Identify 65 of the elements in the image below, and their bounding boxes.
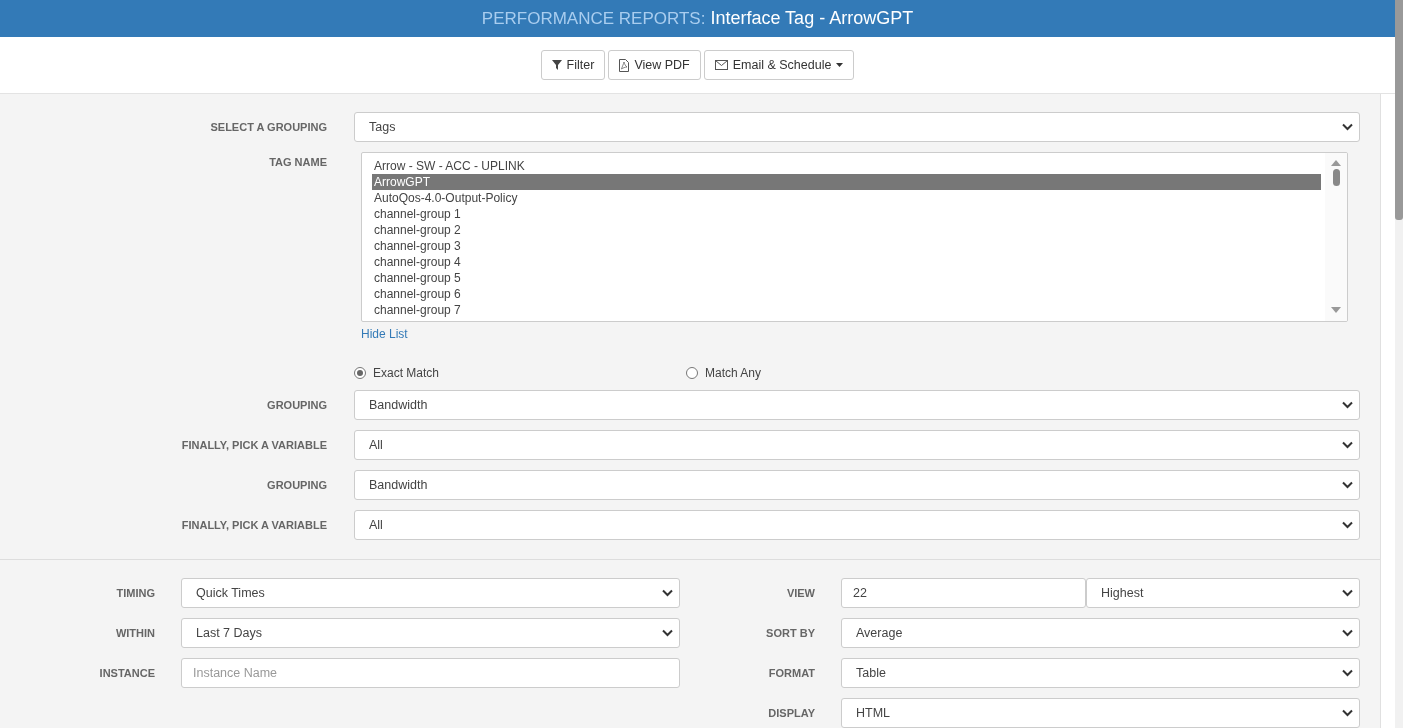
list-option[interactable]: channel-group 2 — [372, 222, 1321, 238]
select-field[interactable]: Highest — [1086, 578, 1360, 608]
chevron-down-icon — [1342, 521, 1353, 529]
section-title: PERFORMANCE REPORTS: — [481, 8, 706, 29]
scrollbar-thumb[interactable] — [1332, 169, 1340, 186]
field-label: FINALLY, PICK A VARIABLE — [180, 518, 327, 531]
chevron-down-icon — [1342, 441, 1353, 449]
field-label: TAG NAME — [268, 155, 327, 168]
radio-label: Exact Match — [373, 366, 440, 380]
select-field[interactable]: Tags — [354, 112, 1360, 142]
field-label: FINALLY, PICK A VARIABLE — [180, 438, 327, 451]
chevron-down-icon — [1342, 629, 1353, 637]
count-field[interactable]: 22 — [841, 578, 1086, 608]
select-field[interactable]: HTML — [841, 698, 1360, 728]
chevron-down-icon — [1342, 589, 1353, 597]
list-option[interactable]: channel-group 3 — [372, 238, 1321, 254]
pdf-button[interactable]: View PDF — [608, 50, 701, 81]
select-field[interactable]: Table — [841, 658, 1360, 688]
field-label: TIMING — [115, 586, 155, 601]
chevron-down-icon — [1342, 709, 1353, 717]
scroll-down-icon[interactable] — [1331, 307, 1341, 313]
field-label: FORMAT — [767, 666, 815, 681]
filter-icon — [551, 60, 562, 71]
envelope-icon — [714, 60, 728, 71]
chevron-down-icon — [1342, 669, 1353, 677]
scroll-up-icon[interactable] — [1331, 160, 1341, 166]
chevron-down-icon — [1342, 123, 1353, 131]
field-label: GROUPING — [266, 398, 327, 411]
radio-button[interactable] — [686, 367, 698, 379]
list-option[interactable]: ArrowGPT — [372, 174, 1321, 190]
select-field[interactable]: Bandwidth — [354, 470, 1360, 500]
email-button[interactable]: Email & Schedule — [703, 50, 855, 81]
field-label: VIEW — [785, 586, 815, 601]
list-option[interactable]: channel-group 1 — [372, 206, 1321, 222]
select-field[interactable]: Last 7 Days — [181, 618, 680, 648]
list-option[interactable]: channel-group 6 — [372, 286, 1321, 302]
chevron-down-icon — [662, 629, 673, 637]
field-label: SORT BY — [765, 626, 815, 641]
select-field[interactable]: Quick Times — [181, 578, 680, 608]
radio-label: Match Any — [705, 366, 762, 380]
scrollbar-thumb[interactable] — [1395, 0, 1403, 220]
select-field[interactable]: Bandwidth — [354, 390, 1360, 420]
chevron-down-icon — [662, 589, 673, 597]
instance-field[interactable]: Instance Name — [181, 658, 680, 688]
field-label: WITHIN — [114, 626, 155, 641]
pdf-file-icon — [619, 58, 630, 72]
select-field[interactable]: All — [354, 510, 1360, 540]
tag-list[interactable]: Arrow - SW - ACC - UPLINK ArrowGPT AutoQos-4.0-Output-Policy channel-group 1 channel-group 2 channel-group 3 channel-group 4 channel-group 5 channel-group 6 channel-group 7 — [361, 152, 1348, 322]
field-label: DISPLAY — [767, 706, 815, 721]
list-option[interactable]: AutoQos-4.0-Output-Policy — [372, 190, 1321, 206]
hide-list-link[interactable]: Hide List — [361, 327, 408, 341]
field-label: GROUPING — [266, 478, 327, 491]
filter-button[interactable]: Filter — [540, 50, 606, 81]
chevron-down-icon — [1342, 481, 1353, 489]
list-option[interactable]: channel-group 4 — [372, 254, 1321, 270]
select-field[interactable]: Average — [841, 618, 1360, 648]
list-option[interactable]: channel-group 7 — [372, 302, 1321, 318]
radio-button[interactable] — [354, 367, 366, 379]
list-option[interactable]: Arrow - SW - ACC - UPLINK — [372, 158, 1321, 174]
field-label: INSTANCE — [98, 666, 155, 681]
select-field[interactable]: All — [354, 430, 1360, 460]
page-title: Interface Tag - ArrowGPT — [710, 8, 914, 30]
chevron-down-icon — [1342, 401, 1353, 409]
field-label: SELECT A GROUPING — [209, 120, 327, 133]
list-option[interactable]: channel-group 5 — [372, 270, 1321, 286]
